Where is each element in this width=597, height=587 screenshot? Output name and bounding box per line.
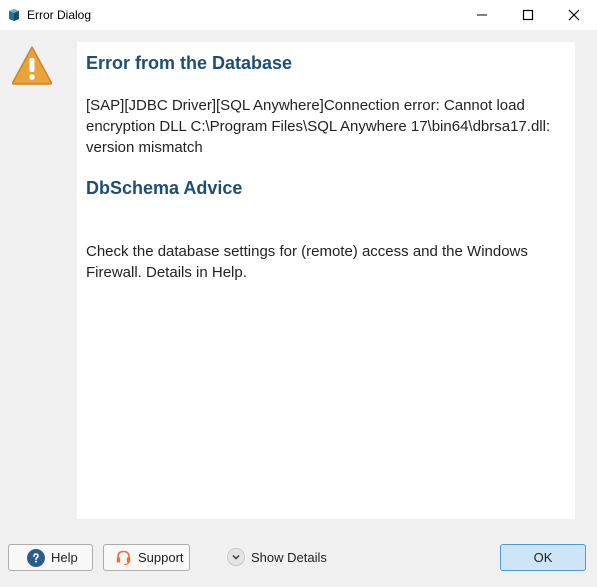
- close-icon: [568, 9, 580, 21]
- error-message: [SAP][JDBC Driver][SQL Anywhere]Connecti…: [86, 97, 551, 156]
- show-details-toggle[interactable]: Show Details: [227, 548, 327, 566]
- advice-heading: DbSchema Advice: [86, 178, 243, 198]
- maximize-icon: [522, 9, 534, 21]
- app-icon: [6, 7, 22, 23]
- title-bar[interactable]: Error Dialog: [0, 0, 597, 30]
- help-label: Help: [51, 550, 78, 565]
- support-label: Support: [138, 550, 184, 565]
- error-heading: Error from the Database: [86, 53, 293, 73]
- headset-icon: [115, 549, 132, 566]
- minimize-icon: [477, 14, 487, 16]
- chevron-down-icon: [227, 548, 245, 566]
- error-dialog-window: Error Dialog Error from the Database [SA…: [0, 0, 597, 587]
- maximize-button[interactable]: [505, 0, 551, 30]
- ok-label: OK: [533, 550, 553, 565]
- warning-icon: [10, 44, 54, 86]
- help-button[interactable]: Help: [8, 544, 93, 571]
- minimize-button[interactable]: [459, 0, 505, 30]
- window-title: Error Dialog: [27, 8, 92, 22]
- help-icon: [27, 548, 45, 567]
- message-panel: Error from the Database [SAP][JDBC Drive…: [77, 42, 575, 519]
- show-details-label: Show Details: [251, 549, 327, 565]
- close-button[interactable]: [551, 0, 597, 30]
- advice-message: Check the database settings for (remote)…: [86, 243, 528, 281]
- ok-button[interactable]: OK: [500, 544, 586, 571]
- support-button[interactable]: Support: [103, 544, 190, 571]
